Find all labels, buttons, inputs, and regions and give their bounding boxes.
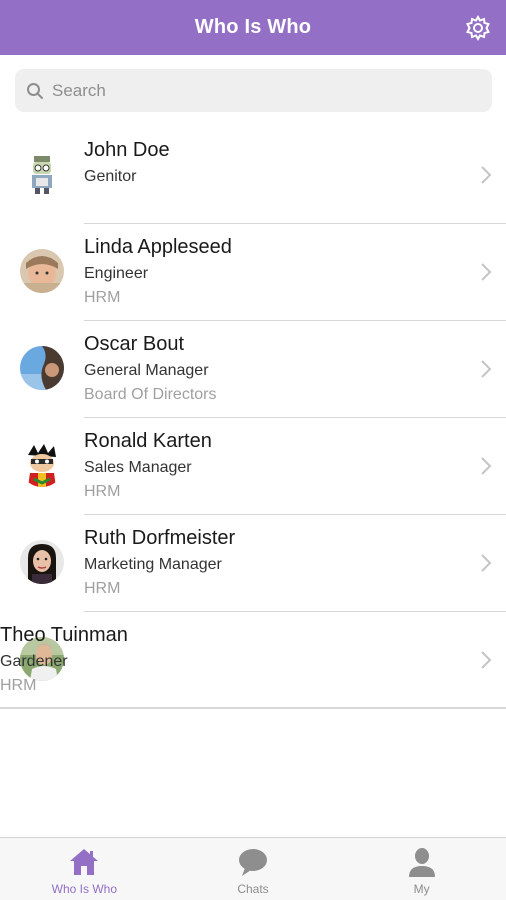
avatar	[20, 249, 64, 293]
contact-name: Ronald Karten	[84, 430, 212, 452]
tab-bar: Who Is Who Chats My	[0, 837, 506, 900]
contact-name: Ruth Dorfmeister	[84, 527, 236, 549]
avatar	[20, 540, 64, 584]
page-title: Who Is Who	[194, 16, 312, 38]
chevron-right-icon	[481, 554, 492, 572]
contact-title: Gardener	[0, 653, 68, 670]
tab-who-is-who[interactable]: Who Is Who	[0, 838, 169, 900]
chat-bubble-icon	[239, 849, 267, 876]
contact-list: John Doe Genitor Linda Appleseed Enginee…	[0, 127, 506, 709]
contact-title: Genitor	[84, 168, 137, 185]
chevron-right-icon	[481, 166, 492, 184]
contact-title: General Manager	[84, 362, 209, 379]
avatar	[20, 346, 64, 390]
avatar	[20, 443, 64, 487]
tab-my[interactable]: My	[337, 838, 506, 900]
contact-department: Board Of Directors	[84, 386, 217, 403]
contact-department: HRM	[84, 483, 121, 500]
contact-name: Oscar Bout	[84, 333, 185, 355]
tab-label: Who Is Who	[51, 882, 118, 896]
tab-label: Chats	[237, 882, 269, 896]
contact-name: Linda Appleseed	[84, 236, 232, 258]
search-bar[interactable]	[15, 69, 492, 112]
contact-title: Marketing Manager	[84, 556, 222, 573]
contact-row[interactable]: John Doe Genitor	[20, 127, 506, 224]
contact-title: Engineer	[84, 265, 149, 282]
nav-bar: Who Is Who	[0, 0, 506, 55]
contact-department: HRM	[0, 677, 37, 694]
chevron-right-icon	[481, 651, 492, 669]
chevron-right-icon	[481, 360, 492, 378]
contact-title: Sales Manager	[84, 459, 192, 476]
contact-row[interactable]: Oscar Bout General Manager Board Of Dire…	[20, 321, 506, 418]
gear-icon[interactable]	[465, 15, 491, 41]
contact-name: John Doe	[84, 139, 170, 161]
person-icon	[408, 848, 435, 877]
search-icon	[27, 82, 43, 99]
contact-name: Theo Tuinman	[0, 624, 128, 646]
chevron-right-icon	[481, 457, 492, 475]
contact-row[interactable]: Ronald Karten Sales Manager HRM	[20, 418, 506, 515]
home-icon	[70, 849, 99, 875]
tab-label: My	[413, 882, 430, 896]
contact-row[interactable]: Linda Appleseed Engineer HRM	[20, 224, 506, 321]
contact-department: HRM	[84, 289, 121, 306]
contact-row[interactable]: Theo Tuinman Gardener HRM	[0, 612, 506, 709]
chevron-right-icon	[481, 263, 492, 281]
contact-department: HRM	[84, 580, 121, 597]
search-input[interactable]	[52, 80, 472, 101]
avatar	[20, 152, 64, 196]
contact-row[interactable]: Ruth Dorfmeister Marketing Manager HRM	[20, 515, 506, 612]
tab-chats[interactable]: Chats	[169, 838, 338, 900]
